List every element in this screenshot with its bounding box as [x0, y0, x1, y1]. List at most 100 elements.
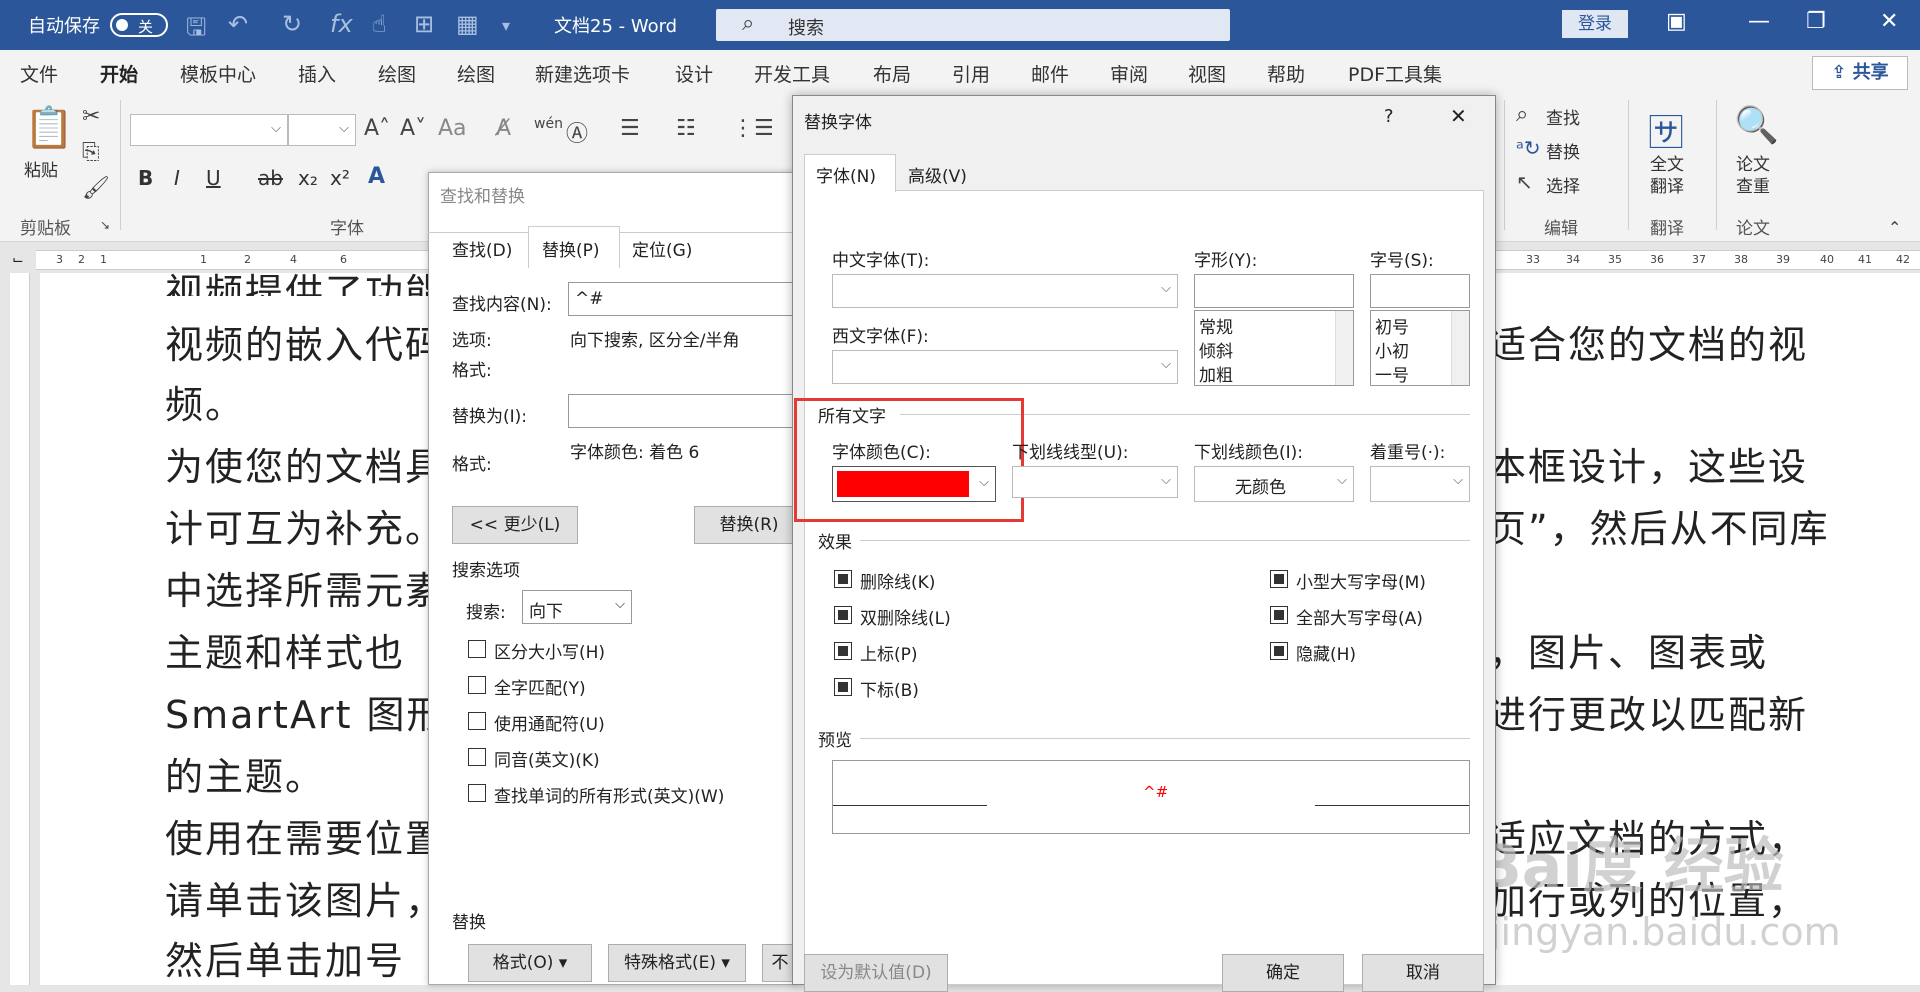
- scrollbar[interactable]: [1451, 311, 1469, 385]
- cut-icon[interactable]: ✂: [82, 104, 100, 129]
- font-tab[interactable]: 字体(N): [816, 162, 876, 187]
- hidden-label[interactable]: 隐藏(H): [1296, 640, 1356, 665]
- char-border-icon[interactable]: Ⓐ: [566, 116, 588, 148]
- list-item[interactable]: 一号: [1375, 361, 1409, 386]
- tab-view[interactable]: 视图: [1188, 60, 1226, 87]
- emphasis-combo[interactable]: ⌵: [1370, 466, 1470, 502]
- translate-icon[interactable]: 🈂: [1648, 104, 1684, 156]
- match-case-checkbox[interactable]: [468, 640, 486, 658]
- tab-references[interactable]: 引用: [952, 60, 990, 87]
- tab-review[interactable]: 审阅: [1110, 60, 1148, 87]
- text-effects-icon[interactable]: A: [368, 164, 385, 189]
- whole-word-label[interactable]: 全字匹配(Y): [494, 674, 586, 699]
- undo-icon[interactable]: ↶: [228, 10, 248, 38]
- redo-icon[interactable]: ↻: [282, 10, 302, 38]
- format-button[interactable]: 格式(O) ▾: [468, 944, 592, 982]
- scrollbar[interactable]: [1335, 311, 1353, 385]
- clear-format-icon[interactable]: A̸: [496, 116, 511, 141]
- italic-button[interactable]: I: [174, 166, 180, 190]
- wildcards-label[interactable]: 使用通配符(U): [494, 710, 605, 735]
- select-icon[interactable]: ↖: [1516, 170, 1533, 194]
- font-name-combo[interactable]: ⌵: [130, 114, 288, 146]
- tab-developer[interactable]: 开发工具: [754, 60, 830, 87]
- underline-button[interactable]: U: [206, 166, 221, 190]
- all-forms-label[interactable]: 查找单词的所有形式(英文)(W): [494, 782, 724, 807]
- bullets-icon[interactable]: ☰: [620, 116, 640, 141]
- match-case-label[interactable]: 区分大小写(H): [494, 638, 605, 663]
- bold-button[interactable]: B: [138, 166, 153, 190]
- find-what-input[interactable]: ^#: [568, 282, 798, 316]
- western-font-combo[interactable]: ⌵: [832, 350, 1178, 384]
- customize-qat-icon[interactable]: ▾: [502, 16, 510, 35]
- autosave-toggle[interactable]: 关: [110, 13, 168, 37]
- tab-new[interactable]: 新建选项卡: [535, 60, 630, 87]
- org-chart-icon[interactable]: ⊞: [414, 10, 434, 38]
- replace-button[interactable]: 替换(R): [694, 506, 804, 544]
- search-direction-select[interactable]: 向下 ⌵: [522, 590, 632, 624]
- small-caps-checkbox[interactable]: [1270, 570, 1288, 588]
- tab-pdf[interactable]: PDF工具集: [1348, 60, 1442, 87]
- list-item[interactable]: 初号: [1375, 313, 1409, 338]
- phonetic-icon[interactable]: wén: [534, 116, 563, 132]
- underline-style-combo[interactable]: ⌵: [1012, 466, 1178, 498]
- search-box[interactable]: ⌕ 搜索: [716, 9, 1230, 41]
- tab-draw-2[interactable]: 绘图: [457, 60, 495, 87]
- font-size-list[interactable]: 初号 小初 一号: [1370, 310, 1470, 386]
- double-strikethrough-checkbox[interactable]: [834, 606, 852, 624]
- superscript-button[interactable]: x²: [330, 166, 350, 190]
- tab-insert[interactable]: 插入: [298, 60, 336, 87]
- list-item[interactable]: 加粗: [1199, 361, 1233, 386]
- find-label[interactable]: 查找: [1546, 104, 1580, 129]
- find-tab[interactable]: 查找(D): [452, 236, 512, 261]
- formula-icon[interactable]: fx: [330, 10, 353, 38]
- ribbon-display-icon[interactable]: ▣: [1666, 9, 1687, 34]
- tab-mailings[interactable]: 邮件: [1031, 60, 1069, 87]
- clipboard-launcher-icon[interactable]: ↘: [100, 218, 110, 232]
- tab-layout[interactable]: 布局: [873, 60, 911, 87]
- paper-check-label[interactable]: 论文查重: [1736, 154, 1776, 198]
- tab-draw[interactable]: 绘图: [378, 60, 416, 87]
- superscript-checkbox[interactable]: [834, 642, 852, 660]
- multilevel-list-icon[interactable]: ⋮☰: [732, 116, 774, 141]
- touch-icon[interactable]: ☝: [372, 10, 387, 38]
- replace-label[interactable]: 替换: [1546, 138, 1580, 163]
- minimize-icon[interactable]: —: [1748, 9, 1770, 34]
- font-style-input[interactable]: [1194, 274, 1354, 308]
- help-button[interactable]: ?: [1384, 106, 1394, 127]
- sounds-like-checkbox[interactable]: [468, 748, 486, 766]
- strikethrough-label[interactable]: 删除线(K): [860, 568, 935, 593]
- tab-templates[interactable]: 模板中心: [180, 60, 256, 87]
- all-forms-checkbox[interactable]: [468, 784, 486, 802]
- save-icon[interactable]: 🖫: [186, 10, 206, 51]
- advanced-tab[interactable]: 高级(V): [908, 162, 967, 187]
- font-size-combo[interactable]: ⌵: [288, 114, 356, 146]
- replace-tab[interactable]: 替换(P): [542, 236, 600, 261]
- wildcards-checkbox[interactable]: [468, 712, 486, 730]
- all-caps-checkbox[interactable]: [1270, 606, 1288, 624]
- list-item[interactable]: 倾斜: [1199, 337, 1233, 362]
- list-item[interactable]: 常规: [1199, 313, 1233, 338]
- collapse-ribbon-icon[interactable]: ⌃: [1888, 218, 1901, 237]
- numbering-icon[interactable]: ☷: [676, 116, 696, 141]
- subscript-button[interactable]: x₂: [298, 166, 318, 190]
- strikethrough-button[interactable]: ab: [258, 166, 283, 190]
- copy-icon[interactable]: ⎘: [82, 140, 100, 165]
- format-painter-icon[interactable]: 🖌: [82, 176, 110, 201]
- find-icon[interactable]: ⌕: [1516, 102, 1528, 127]
- strikethrough-checkbox[interactable]: [834, 570, 852, 588]
- subscript-checkbox[interactable]: [834, 678, 852, 696]
- tab-file[interactable]: 文件: [20, 60, 58, 87]
- restore-icon[interactable]: ❐: [1806, 9, 1826, 34]
- less-button[interactable]: << 更少(L): [452, 506, 578, 544]
- paper-check-icon[interactable]: 🔍: [1734, 104, 1779, 146]
- tab-help[interactable]: 帮助: [1267, 60, 1305, 87]
- grow-font-icon[interactable]: A˄: [364, 116, 390, 141]
- paste-label[interactable]: 粘贴: [24, 156, 58, 181]
- dialog-close-icon[interactable]: ✕: [1450, 104, 1467, 128]
- tab-home[interactable]: 开始: [100, 60, 139, 95]
- vertical-ruler[interactable]: [10, 273, 30, 985]
- table-icon[interactable]: ▦: [456, 10, 479, 38]
- subscript-label[interactable]: 下标(B): [860, 676, 919, 701]
- replace-icon[interactable]: ᵃ↻: [1516, 136, 1541, 160]
- share-button[interactable]: ⇪ 共享: [1812, 56, 1908, 90]
